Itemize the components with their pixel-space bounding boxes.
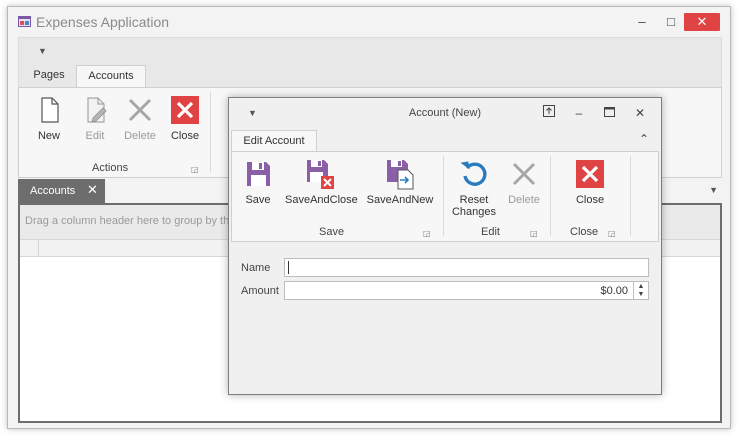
- group-label-save: Save: [319, 226, 345, 238]
- dialog-ribbon: Save SaveAndClose SaveAndNew Reset Chang…: [231, 151, 659, 242]
- new-document-icon: [41, 97, 59, 123]
- doc-tab-label: Accounts: [30, 185, 76, 197]
- save-and-new-button[interactable]: SaveAndNew: [365, 158, 435, 206]
- save-and-close-button[interactable]: SaveAndClose: [285, 158, 358, 206]
- tab-edit-account[interactable]: Edit Account: [231, 130, 317, 152]
- dialog-close-label: Close: [575, 194, 605, 206]
- group-label-close: Close: [570, 226, 599, 238]
- maximize-button[interactable]: □: [658, 13, 684, 31]
- close-launcher-icon[interactable]: ◲: [608, 230, 616, 238]
- delete-x-icon: [512, 162, 536, 186]
- save-icon: [247, 162, 270, 186]
- save-launcher-icon[interactable]: ◲: [423, 230, 431, 238]
- amount-value: $0.00: [600, 285, 628, 297]
- new-label: New: [37, 130, 60, 142]
- close-label: Close: [170, 130, 200, 142]
- qat-dropdown-icon[interactable]: ▼: [38, 46, 47, 56]
- save-label: Save: [245, 194, 271, 206]
- collapse-ribbon-icon[interactable]: ⌃: [639, 132, 649, 146]
- minimize-button[interactable]: –: [629, 13, 655, 31]
- edit-label: Edit: [85, 130, 105, 142]
- quick-access-toolbar: ▼: [18, 37, 722, 65]
- close-tab-icon[interactable]: ✕: [87, 182, 98, 198]
- app-icon: [18, 16, 31, 27]
- edit-document-icon: [87, 97, 107, 123]
- delete-label: Delete: [124, 130, 156, 142]
- edit-launcher-icon[interactable]: ◲: [530, 230, 538, 238]
- edit-button[interactable]: Edit: [73, 94, 117, 142]
- main-title-bar: Expenses Application – □ ✕: [8, 7, 730, 37]
- amount-spinner-icon[interactable]: ▲ ▼: [633, 282, 648, 299]
- close-red-icon: [171, 96, 199, 124]
- dialog-tabs: Edit Account ⌃: [229, 128, 661, 152]
- tabs-dropdown-icon[interactable]: ▼: [709, 185, 718, 195]
- group-separator: [630, 156, 631, 236]
- group-separator: [210, 92, 211, 172]
- close-window-button[interactable]: ✕: [684, 13, 720, 31]
- app-title: Expenses Application: [36, 14, 170, 30]
- group-label-edit: Edit: [481, 226, 500, 238]
- text-caret: [288, 261, 289, 274]
- close-red-icon: [576, 160, 604, 188]
- tab-accounts[interactable]: Accounts: [76, 65, 146, 88]
- amount-label: Amount: [241, 285, 279, 297]
- close-button[interactable]: Close: [163, 94, 207, 142]
- dialog-minimize-button[interactable]: –: [570, 105, 588, 121]
- delete-x-icon: [128, 98, 152, 122]
- dialog-title: Account (New): [408, 107, 482, 119]
- dialog-dock-icon[interactable]: [540, 105, 558, 121]
- amount-field[interactable]: $0.00 ▲ ▼: [284, 281, 649, 300]
- doc-tab-accounts[interactable]: Accounts ✕: [18, 179, 105, 203]
- save-and-close-icon: [307, 160, 334, 189]
- tab-pages[interactable]: Pages: [29, 65, 69, 87]
- ribbon-tabs: Pages Accounts: [18, 65, 722, 88]
- reset-changes-icon: [460, 161, 487, 186]
- delete-button[interactable]: Delete: [118, 94, 162, 142]
- dialog-title-bar: ▼ Account (New) – ✕: [229, 98, 661, 128]
- dialog-close-action-button[interactable]: Close: [555, 158, 625, 206]
- new-button[interactable]: New: [27, 94, 71, 142]
- save-button[interactable]: Save: [223, 158, 293, 206]
- name-field[interactable]: [284, 258, 649, 277]
- account-form: Name Amount $0.00 ▲ ▼: [231, 244, 659, 392]
- dialog-close-button[interactable]: ✕: [631, 105, 649, 121]
- dialog-delete-label: Delete: [508, 194, 540, 206]
- group-separator: [550, 156, 551, 236]
- row-indicator-header: [20, 240, 39, 256]
- dialog-delete-button[interactable]: Delete: [489, 158, 559, 206]
- account-dialog: ▼ Account (New) – ✕ Edit Account ⌃ Save: [228, 97, 662, 395]
- dialog-maximize-button[interactable]: [600, 105, 618, 121]
- save-and-close-label: SaveAndClose: [285, 194, 358, 206]
- name-label: Name: [241, 262, 271, 274]
- save-and-new-icon: [387, 160, 414, 190]
- group-label-actions: Actions: [92, 162, 129, 174]
- actions-launcher-icon[interactable]: ◲: [191, 166, 199, 174]
- save-and-new-label: SaveAndNew: [366, 194, 434, 206]
